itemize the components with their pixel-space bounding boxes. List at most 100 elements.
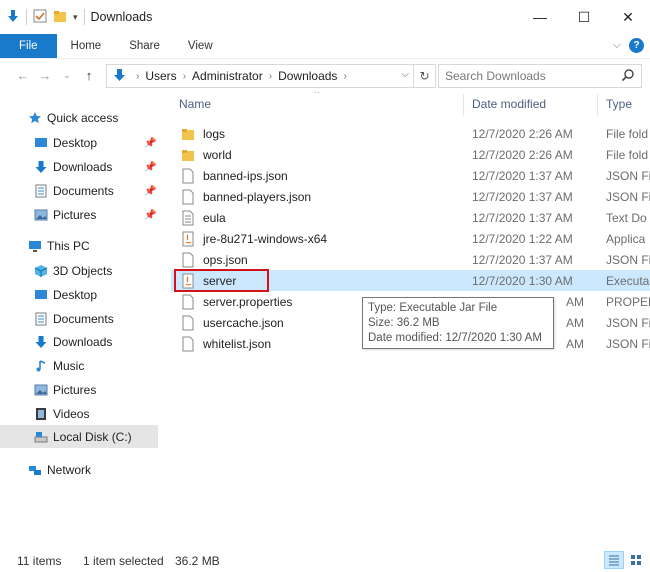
file-type-cell: Applica [606, 231, 646, 246]
file-date-cell: 12/7/2020 2:26 AM [472, 147, 573, 162]
text-icon [181, 210, 203, 226]
down-arrow-icon[interactable] [6, 9, 20, 26]
file-name: usercache.json [203, 315, 284, 330]
sidebar-item-documents-pc[interactable]: Documents [34, 307, 114, 330]
column-header-type[interactable]: Type [606, 92, 632, 116]
back-arrow-icon[interactable]: ← [12, 64, 34, 88]
sidebar-item-pictures[interactable]: Pictures [34, 203, 96, 226]
title-bar: ▾ Downloads — ☐ ✕ [0, 0, 650, 34]
forward-arrow-icon[interactable]: → [34, 64, 56, 88]
file-row[interactable]: eula 12/7/2020 1:37 AM Text Do [171, 207, 650, 228]
tooltip-type: Type: Executable Jar File [368, 302, 498, 314]
sidebar-item-downloads[interactable]: Downloads [34, 155, 112, 178]
sidebar-item-3d-objects[interactable]: 3D Objects [34, 259, 112, 282]
file-date-cell: 12/7/2020 1:37 AM [472, 210, 573, 225]
new-folder-icon[interactable] [53, 9, 67, 26]
large-icons-view-button[interactable] [626, 551, 646, 569]
sidebar-item-local-disk[interactable]: Local Disk (C:) [0, 425, 158, 448]
expand-ribbon-icon[interactable]: ⌵ [613, 39, 621, 52]
sidebar-item-documents[interactable]: Documents [34, 179, 114, 202]
search-input[interactable] [445, 69, 615, 83]
sidebar-label: 3D Objects [53, 263, 113, 278]
sidebar-item-this-pc[interactable]: This PC [28, 234, 90, 257]
refresh-icon[interactable]: ↻ [413, 65, 435, 87]
file-row[interactable]: jre-8u271-windows-x64 12/7/2020 1:22 AM Ap… [171, 228, 650, 249]
pin-icon[interactable]: 📌 [144, 186, 156, 197]
file-info-tooltip: Type: Executable Jar File Size: 36.2 MB … [362, 297, 554, 349]
maximize-button[interactable]: ☐ [562, 0, 606, 34]
file-date-cell: 12/7/2020 1:37 AM [472, 168, 573, 183]
sidebar-label: Pictures [53, 207, 97, 222]
file-icon [181, 336, 203, 352]
customize-toolbar-icon[interactable]: ▾ [73, 12, 78, 23]
breadcrumb-users[interactable]: Users [145, 69, 176, 83]
sidebar-item-network[interactable]: Network [28, 458, 91, 481]
file-name: whitelist.json [203, 336, 272, 351]
documents-icon [34, 184, 48, 198]
sidebar-item-desktop[interactable]: Desktop [34, 131, 97, 154]
file-name-cell: jre-8u271-windows-x64 [181, 228, 461, 249]
status-bar: 11 items 1 item selected 36.2 MB [0, 550, 650, 572]
minimize-button[interactable]: — [518, 0, 562, 34]
pin-icon[interactable]: 📌 [144, 210, 156, 221]
file-type-cell: JSON Fi [606, 336, 650, 351]
file-name: world [203, 147, 232, 162]
downloads-location-icon [113, 68, 126, 85]
file-row[interactable]: logs 12/7/2020 2:26 AM File fold [171, 123, 650, 144]
column-header-name[interactable]: Name [179, 92, 211, 116]
tab-home[interactable]: Home [57, 34, 116, 58]
file-name: jre-8u271-windows-x64 [203, 231, 328, 246]
tooltip-size: Size: 36.2 MB [368, 317, 440, 329]
selection-size: 36.2 MB [175, 554, 220, 568]
address-dropdown-icon[interactable]: ⌵ [401, 69, 409, 80]
window-title: Downloads [90, 10, 153, 24]
breadcrumb-administrator[interactable]: Administrator [192, 69, 263, 83]
file-type-cell: JSON Fi [606, 189, 650, 204]
up-arrow-icon[interactable]: ↑ [78, 64, 100, 88]
details-view-button[interactable] [604, 551, 624, 569]
computer-icon [28, 239, 42, 253]
file-type-cell: Executa [606, 273, 650, 288]
address-bar[interactable]: › Users › Administrator › Downloads › ⌵ … [106, 64, 436, 88]
file-row[interactable]: ops.json 12/7/2020 1:37 AM JSON Fi [171, 249, 650, 270]
sidebar-item-quick-access[interactable]: Quick access [28, 106, 118, 129]
sidebar-label: Downloads [53, 334, 113, 349]
pictures-icon [34, 208, 48, 222]
address-row: ← → ⌄ ↑ › Users › Administrator › Downlo… [0, 58, 650, 92]
help-button[interactable]: ? [629, 38, 644, 53]
properties-checkbox-icon[interactable] [33, 9, 47, 26]
file-name-cell: eula [181, 207, 461, 228]
sidebar-label: Documents [53, 311, 114, 326]
file-row[interactable]: banned-ips.json 12/7/2020 1:37 AM JSON Fi [171, 165, 650, 186]
file-row[interactable]: banned-players.json 12/7/2020 1:37 AM JSON… [171, 186, 650, 207]
search-box[interactable] [438, 64, 642, 88]
sidebar-label: Pictures [53, 382, 97, 397]
file-name: banned-ips.json [203, 168, 288, 183]
item-count: 11 items [17, 554, 62, 568]
file-icon [181, 315, 203, 331]
tab-view[interactable]: View [174, 34, 227, 58]
pin-icon[interactable]: 📌 [144, 162, 156, 173]
tab-share[interactable]: Share [115, 34, 174, 58]
sidebar-item-videos[interactable]: Videos [34, 402, 89, 425]
pin-icon[interactable]: 📌 [144, 138, 156, 149]
film-icon [34, 407, 48, 421]
sidebar-item-pictures-pc[interactable]: Pictures [34, 378, 96, 401]
file-row[interactable]: world 12/7/2020 2:26 AM File fold [171, 144, 650, 165]
column-header-date[interactable]: Date modified [472, 92, 546, 116]
recent-locations-icon[interactable]: ⌄ [56, 64, 78, 88]
sidebar-item-desktop-pc[interactable]: Desktop [34, 283, 97, 306]
drive-icon [34, 430, 48, 444]
tab-file[interactable]: File [0, 34, 57, 58]
sidebar-item-music[interactable]: Music [34, 354, 84, 377]
file-name-cell: ops.json [181, 249, 461, 270]
sidebar-item-downloads-pc[interactable]: Downloads [34, 330, 112, 353]
sidebar-label: Downloads [53, 159, 113, 174]
sidebar-label: Desktop [53, 135, 98, 150]
folder-icon [181, 147, 203, 163]
close-button[interactable]: ✕ [606, 0, 650, 34]
file-type-cell: PROPER [606, 294, 650, 309]
network-icon [28, 463, 42, 477]
breadcrumb-downloads[interactable]: Downloads [278, 69, 337, 83]
navigation-pane: Quick access Desktop 📌 Downloads 📌 Docum… [0, 92, 160, 540]
